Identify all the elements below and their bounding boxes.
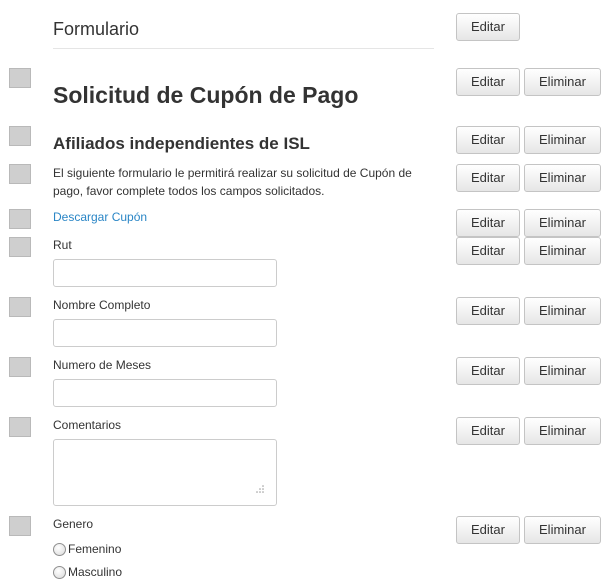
drag-handle-icon[interactable] — [9, 164, 31, 184]
edit-description-button[interactable]: Editar — [456, 164, 520, 192]
drag-handle-icon[interactable] — [9, 417, 31, 437]
edit-heading-button[interactable]: Editar — [456, 68, 520, 96]
form-title: Formulario — [53, 19, 140, 39]
delete-description-button[interactable]: Eliminar — [524, 164, 601, 192]
edit-link-button[interactable]: Editar — [456, 209, 520, 237]
edit-subheading-button[interactable]: Editar — [456, 126, 520, 154]
download-coupon-link[interactable]: Descargar Cupón — [53, 210, 147, 224]
rut-input[interactable] — [53, 259, 277, 287]
radio-label: Femenino — [68, 542, 122, 556]
nombre-input[interactable] — [53, 319, 277, 347]
delete-comentarios-button[interactable]: Eliminar — [524, 417, 601, 445]
radio-option-masculino[interactable]: Masculino — [53, 564, 122, 580]
nombre-label: Nombre Completo — [53, 298, 151, 312]
drag-handle-icon[interactable] — [9, 126, 31, 146]
radio-icon[interactable] — [53, 565, 66, 579]
resize-grip-icon[interactable] — [254, 483, 264, 493]
edit-genero-button[interactable]: Editar — [456, 516, 520, 544]
title-divider — [53, 48, 434, 49]
subheading: Afiliados independientes de ISL — [53, 134, 310, 153]
delete-nombre-button[interactable]: Eliminar — [524, 297, 601, 325]
drag-handle-icon[interactable] — [9, 516, 31, 536]
meses-input[interactable] — [53, 379, 277, 407]
radio-icon[interactable] — [53, 542, 66, 556]
drag-handle-icon[interactable] — [9, 297, 31, 317]
description-text: El siguiente formulario le permitirá rea… — [53, 166, 412, 198]
edit-form-button[interactable]: Editar — [456, 13, 520, 41]
delete-subheading-button[interactable]: Eliminar — [524, 126, 601, 154]
drag-handle-icon[interactable] — [9, 357, 31, 377]
delete-link-button[interactable]: Eliminar — [524, 209, 601, 237]
comentarios-textarea[interactable] — [53, 439, 277, 506]
page-heading: Solicitud de Cupón de Pago — [53, 82, 359, 108]
radio-label: Masculino — [68, 565, 123, 579]
radio-option-femenino[interactable]: Femenino — [53, 541, 121, 557]
delete-meses-button[interactable]: Eliminar — [524, 357, 601, 385]
meses-label: Numero de Meses — [53, 358, 152, 372]
rut-label: Rut — [53, 238, 72, 252]
delete-heading-button[interactable]: Eliminar — [524, 68, 601, 96]
edit-comentarios-button[interactable]: Editar — [456, 417, 520, 445]
edit-meses-button[interactable]: Editar — [456, 357, 520, 385]
comentarios-label: Comentarios — [53, 418, 122, 432]
edit-rut-button[interactable]: Editar — [456, 237, 520, 265]
delete-genero-button[interactable]: Eliminar — [524, 516, 601, 544]
drag-handle-icon[interactable] — [9, 68, 31, 88]
genero-label: Genero — [53, 517, 94, 531]
edit-nombre-button[interactable]: Editar — [456, 297, 520, 325]
drag-handle-icon[interactable] — [9, 237, 31, 257]
delete-rut-button[interactable]: Eliminar — [524, 237, 601, 265]
drag-handle-icon[interactable] — [9, 209, 31, 229]
